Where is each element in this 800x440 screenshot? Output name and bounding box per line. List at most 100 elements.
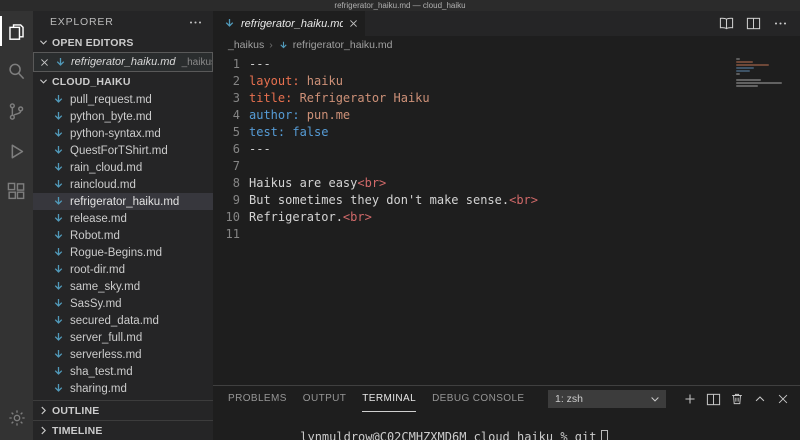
breadcrumb-separator: › bbox=[269, 39, 273, 51]
panel-tabs: PROBLEMS OUTPUT TERMINAL DEBUG CONSOLE bbox=[228, 386, 525, 412]
file-item[interactable]: sharing.md bbox=[33, 380, 213, 397]
breadcrumb-folder[interactable]: _haikus bbox=[228, 39, 264, 51]
minimap-line bbox=[736, 82, 782, 84]
line-number: 2 bbox=[232, 74, 240, 88]
file-item[interactable]: serverless.md bbox=[33, 346, 213, 363]
vscode-window: refrigerator_haiku.md — cloud_haiku EXPL… bbox=[0, 0, 800, 440]
markdown-file-icon bbox=[52, 280, 65, 293]
file-item[interactable]: server_full.md bbox=[33, 329, 213, 346]
open-editor-item[interactable]: refrigerator_haiku.md _haikus bbox=[33, 52, 213, 72]
panel-tab-output[interactable]: OUTPUT bbox=[303, 386, 347, 412]
more-actions-icon[interactable] bbox=[188, 15, 203, 30]
close-tab-icon[interactable] bbox=[348, 18, 359, 29]
folder-section-header[interactable]: CLOUD_HAIKU bbox=[33, 72, 213, 91]
file-name: Rogue-Begins.md bbox=[70, 246, 163, 259]
file-name: release.md bbox=[70, 212, 127, 225]
file-item[interactable]: Robot.md bbox=[33, 227, 213, 244]
activity-run-debug[interactable] bbox=[0, 131, 33, 171]
close-icon[interactable] bbox=[39, 57, 50, 68]
editor-group: refrigerator_haiku.md _haikus › refriger… bbox=[213, 11, 800, 440]
file-item[interactable]: python_byte.md bbox=[33, 108, 213, 125]
file-item[interactable]: rain_cloud.md bbox=[33, 159, 213, 176]
file-item[interactable]: release.md bbox=[33, 210, 213, 227]
activity-bar bbox=[0, 11, 33, 440]
code-line: layout: haiku bbox=[249, 74, 343, 88]
minimap-line bbox=[736, 58, 740, 60]
file-name: sha_test.md bbox=[70, 365, 133, 378]
line-number: 10 bbox=[225, 210, 240, 224]
code-lines: --- layout: haiku title: Refrigerator Haik… bbox=[240, 56, 538, 385]
file-item[interactable]: sha_test.md bbox=[33, 363, 213, 380]
line-number: 5 bbox=[232, 125, 240, 139]
file-item[interactable]: secured_data.md bbox=[33, 312, 213, 329]
minimap[interactable] bbox=[736, 58, 786, 90]
terminal-shell-select[interactable]: 1: zsh bbox=[548, 390, 666, 408]
file-name: QuestForTShirt.md bbox=[70, 144, 168, 157]
activity-bar-items bbox=[0, 11, 33, 211]
markdown-file-icon bbox=[278, 40, 289, 51]
file-name: refrigerator_haiku.md bbox=[70, 195, 180, 208]
markdown-file-icon bbox=[52, 93, 65, 106]
file-item[interactable]: root-dir.md bbox=[33, 261, 213, 278]
timeline-section-header[interactable]: TIMELINE bbox=[33, 420, 213, 440]
title-bar: refrigerator_haiku.md — cloud_haiku bbox=[0, 0, 800, 11]
file-item[interactable]: QuestForTShirt.md bbox=[33, 142, 213, 159]
open-preview-icon[interactable] bbox=[719, 16, 734, 31]
activity-explorer[interactable] bbox=[0, 11, 33, 51]
file-name: SasSy.md bbox=[70, 297, 122, 310]
file-item[interactable]: python-syntax.md bbox=[33, 125, 213, 142]
terminal-cursor bbox=[601, 430, 609, 440]
split-terminal-icon[interactable] bbox=[706, 392, 721, 407]
editor-tab-bar: refrigerator_haiku.md bbox=[213, 11, 800, 36]
line-number: 4 bbox=[232, 108, 240, 122]
code-editor[interactable]: 1 2 3 4 5 6 7 8 9 10 11 --- layout: haiku title: Ref… bbox=[213, 54, 800, 385]
file-name: secured_data.md bbox=[70, 314, 159, 327]
editor-tab[interactable]: refrigerator_haiku.md bbox=[213, 11, 365, 36]
file-name: same_sky.md bbox=[70, 280, 141, 293]
file-item[interactable]: pull_request.md bbox=[33, 91, 213, 108]
close-panel-icon[interactable] bbox=[776, 392, 790, 406]
file-name: server_full.md bbox=[70, 331, 143, 344]
activity-search[interactable] bbox=[0, 51, 33, 91]
code-line: author: pun.me bbox=[249, 108, 351, 122]
line-number: 8 bbox=[232, 176, 240, 190]
breadcrumb[interactable]: _haikus › refrigerator_haiku.md bbox=[213, 36, 800, 54]
file-name: Robot.md bbox=[70, 229, 120, 242]
markdown-file-icon bbox=[52, 144, 65, 157]
file-name: python_byte.md bbox=[70, 110, 152, 123]
file-item[interactable]: Rogue-Begins.md bbox=[33, 244, 213, 261]
breadcrumb-file[interactable]: refrigerator_haiku.md bbox=[278, 39, 393, 51]
markdown-file-icon bbox=[52, 212, 65, 225]
markdown-file-icon bbox=[52, 297, 65, 310]
open-editors-section-header[interactable]: OPEN EDITORS bbox=[33, 33, 213, 52]
file-name: rain_cloud.md bbox=[70, 161, 143, 174]
file-item[interactable]: raincloud.md bbox=[33, 176, 213, 193]
chevron-right-icon bbox=[36, 425, 50, 436]
kill-terminal-icon[interactable] bbox=[730, 392, 744, 406]
terminal-output[interactable]: lynmuldrow@C02CMHZXMD6M cloud_haiku % gi… bbox=[213, 412, 800, 440]
maximize-panel-icon[interactable] bbox=[753, 392, 767, 406]
file-item[interactable]: refrigerator_haiku.md bbox=[33, 193, 213, 210]
minimap-line bbox=[736, 79, 761, 81]
gear-icon bbox=[8, 409, 26, 427]
settings-button[interactable] bbox=[0, 404, 33, 432]
markdown-file-icon bbox=[52, 348, 65, 361]
chevron-down-icon bbox=[36, 37, 50, 48]
more-actions-icon[interactable] bbox=[773, 16, 788, 31]
new-terminal-icon[interactable] bbox=[683, 392, 697, 406]
activity-extensions[interactable] bbox=[0, 171, 33, 211]
breadcrumb-file-name: refrigerator_haiku.md bbox=[292, 39, 393, 51]
file-item[interactable]: SasSy.md bbox=[33, 295, 213, 312]
panel-tab-terminal[interactable]: TERMINAL bbox=[362, 386, 417, 412]
activity-source-control[interactable] bbox=[0, 91, 33, 131]
outline-section-header[interactable]: OUTLINE bbox=[33, 400, 213, 420]
shell-select-value: 1: zsh bbox=[555, 393, 584, 405]
markdown-file-icon bbox=[52, 263, 65, 276]
panel-tab-problems[interactable]: PROBLEMS bbox=[228, 386, 287, 412]
panel-tab-debug-console[interactable]: DEBUG CONSOLE bbox=[432, 386, 524, 412]
split-editor-icon[interactable] bbox=[746, 16, 761, 31]
file-item[interactable]: same_sky.md bbox=[33, 278, 213, 295]
open-editor-file-name: refrigerator_haiku.md bbox=[71, 56, 176, 68]
markdown-file-icon bbox=[54, 56, 67, 69]
